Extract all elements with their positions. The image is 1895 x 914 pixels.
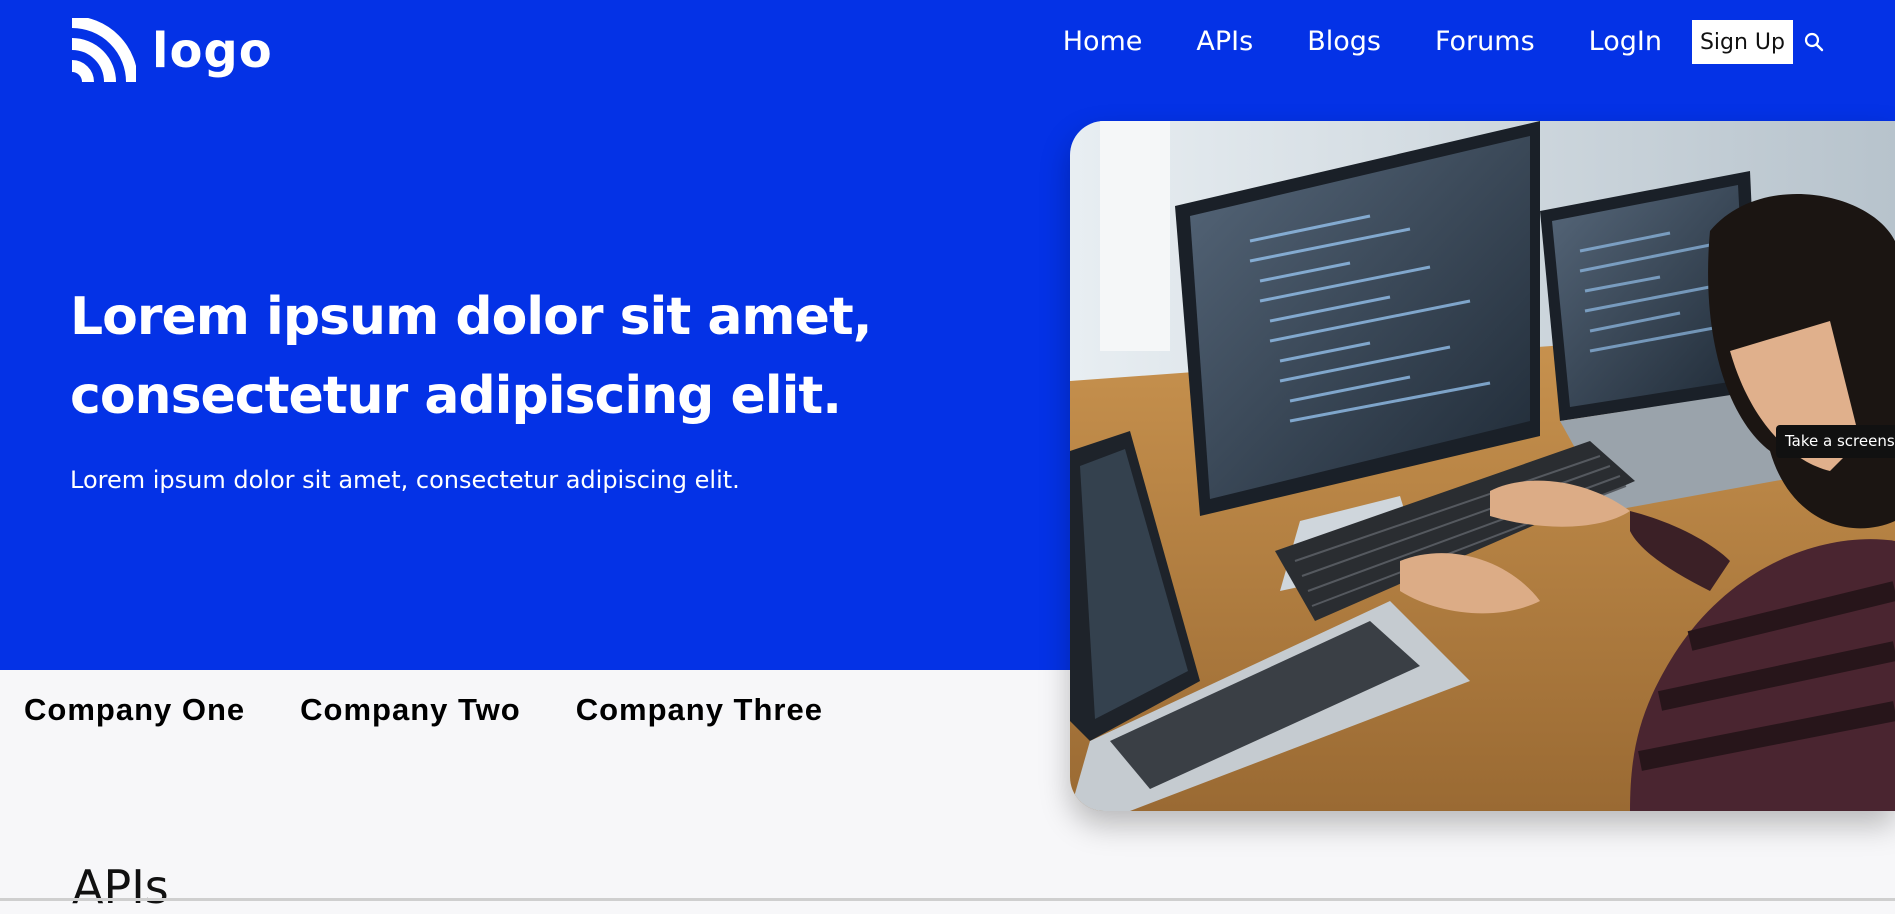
developer-at-desk-illustration <box>1070 121 1895 811</box>
screenshot-tooltip: Take a screenshot <box>1776 425 1895 458</box>
hero-headline: Lorem ipsum dolor sit amet, consectetur … <box>70 278 970 436</box>
company-logos: Company One Company Two Company Three <box>24 692 823 728</box>
apis-section-title: APIs <box>72 860 169 914</box>
signup-button[interactable]: Sign Up <box>1691 20 1793 64</box>
hero-subheading: Lorem ipsum dolor sit amet, consectetur … <box>70 466 740 494</box>
nav-login[interactable]: LogIn <box>1589 20 1662 64</box>
nav-apis[interactable]: APIs <box>1196 20 1253 64</box>
nav-home[interactable]: Home <box>1063 20 1143 64</box>
logo[interactable]: logo <box>70 18 273 84</box>
hero-image <box>1070 121 1895 811</box>
nav-forums[interactable]: Forums <box>1435 20 1535 64</box>
logo-text: logo <box>152 23 273 79</box>
main-nav: Home APIs Blogs Forums LogIn Sign Up <box>1063 20 1825 64</box>
logo-arcs-icon <box>71 18 136 83</box>
hero-headline-line-2: consectetur adipiscing elit. <box>70 366 842 426</box>
company-two: Company Two <box>300 692 521 727</box>
company-one: Company One <box>24 692 246 727</box>
search-icon[interactable] <box>1803 31 1825 53</box>
nav-blogs[interactable]: Blogs <box>1307 20 1381 64</box>
company-three: Company Three <box>575 692 823 727</box>
hero-headline-line-1: Lorem ipsum dolor sit amet, <box>70 287 872 347</box>
